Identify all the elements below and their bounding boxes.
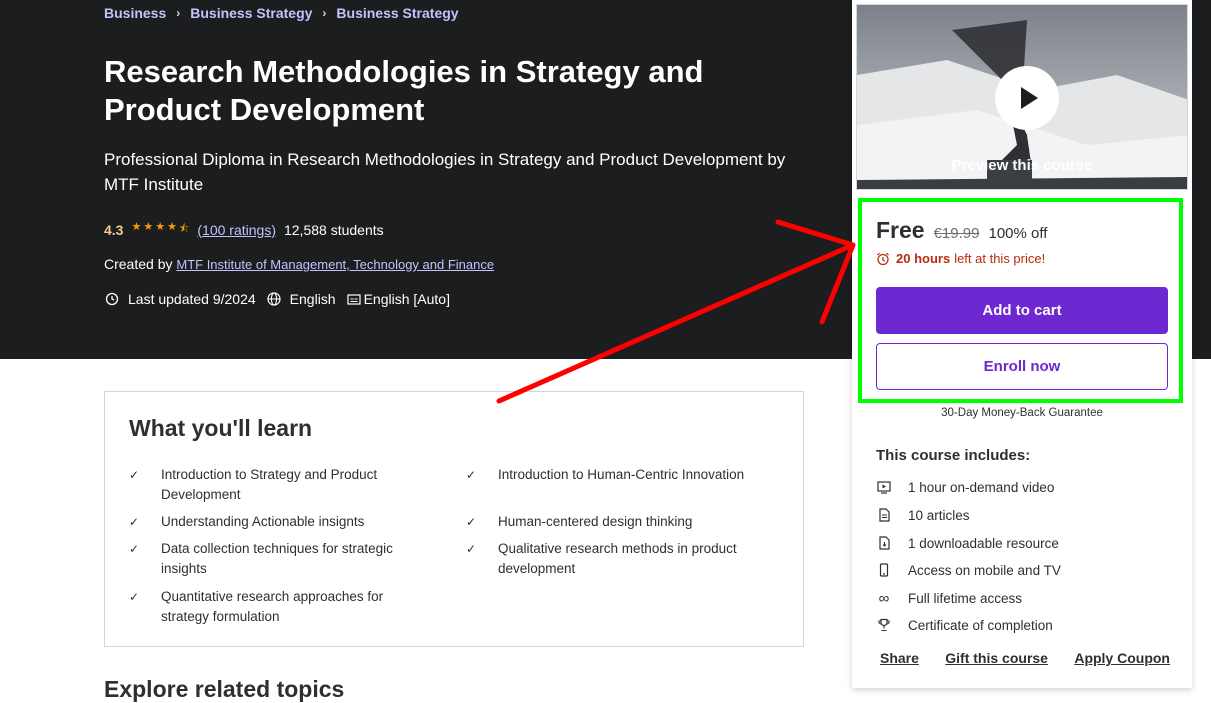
infinity-icon: ∞ — [878, 589, 890, 607]
section-title: What you'll learn — [129, 415, 313, 441]
include-item: 1 downloadable resource — [876, 535, 1059, 551]
created-by: Created by MTF Institute of Management, … — [104, 256, 494, 272]
chevron-right-icon: › — [176, 6, 181, 20]
include-label: 1 downloadable resource — [908, 535, 1059, 551]
include-label: 10 articles — [908, 507, 970, 523]
learn-item: ✓ Qualitative research methods in produc… — [466, 539, 776, 579]
learn-item: ✓ Data collection techniques for strateg… — [129, 539, 429, 579]
breadcrumb-item[interactable]: Business Strategy — [190, 5, 312, 21]
star-icon: ★ — [167, 221, 177, 233]
check-icon: ✓ — [129, 590, 140, 604]
article-icon — [876, 507, 892, 523]
include-item: Access on mobile and TV — [876, 562, 1061, 578]
include-item: 10 articles — [876, 507, 970, 523]
learn-item-text: Introduction to Human-Centric Innovation — [498, 467, 745, 482]
course-preview[interactable]: Preview this course — [856, 4, 1188, 190]
chevron-right-icon: › — [322, 6, 327, 20]
breadcrumb-item[interactable]: Business — [104, 5, 166, 21]
learn-item-text: Qualitative research methods in product … — [498, 541, 737, 576]
author-link[interactable]: MTF Institute of Management, Technology … — [176, 257, 494, 272]
include-item: Certificate of completion — [876, 617, 1053, 633]
check-icon: ✓ — [129, 542, 140, 556]
course-title: Research Methodologies in Strategy and P… — [104, 54, 704, 127]
mobile-icon — [876, 562, 892, 578]
check-icon: ✓ — [129, 515, 140, 529]
course-captions: English [Auto] — [363, 291, 450, 307]
include-item: 1 hour on-demand video — [876, 479, 1054, 495]
last-updated: Last updated 9/2024 — [128, 291, 256, 307]
created-by-label: Created by — [104, 256, 173, 272]
half-star-icon: ⯪ — [178, 223, 190, 235]
course-language: English — [289, 291, 336, 307]
star-rating: ★ ★ ★ ★ ⯪ — [131, 220, 189, 239]
learn-item: ✓ Quantitative research approaches for s… — [129, 587, 429, 627]
learn-item-text: Introduction to Strategy and Product Dev… — [161, 467, 378, 502]
highlight-box — [858, 198, 1183, 403]
ratings-count-link[interactable]: (100 ratings) — [197, 222, 276, 238]
share-link[interactable]: Share — [880, 650, 919, 666]
what-youll-learn-section: What you'll learn ✓ Introduction to Stra… — [104, 391, 804, 647]
apply-coupon-link[interactable]: Apply Coupon — [1074, 650, 1170, 666]
star-icon: ★ — [155, 221, 166, 233]
trophy-icon — [876, 617, 892, 633]
sidebar-links: Share Gift this course Apply Coupon — [880, 650, 1170, 666]
explore-topics-title: Explore related topics — [104, 676, 345, 702]
include-label: 1 hour on-demand video — [908, 479, 1055, 495]
download-file-icon — [876, 535, 892, 551]
course-subtitle: Professional Diploma in Research Methodo… — [104, 150, 786, 194]
video-icon — [876, 479, 892, 495]
learn-item: ✓ Understanding Actionable insignts — [129, 512, 429, 532]
include-label: Access on mobile and TV — [908, 562, 1061, 578]
learn-item-text: Quantitative research approaches for str… — [161, 589, 384, 624]
closed-captions-icon — [346, 291, 362, 307]
check-icon: ✓ — [129, 468, 140, 482]
learn-item: ✓ Human-centered design thinking — [466, 512, 786, 532]
rating-value: 4.3 — [104, 221, 124, 238]
money-back-guarantee: 30-Day Money-Back Guarantee — [941, 407, 1103, 419]
learn-item: ✓ Introduction to Strategy and Product D… — [129, 465, 429, 505]
check-icon: ✓ — [466, 515, 477, 529]
learn-item: ✓ Introduction to Human-Centric Innovati… — [466, 465, 786, 485]
preview-label: Preview this course — [951, 157, 1093, 174]
star-icon: ★ — [143, 221, 154, 233]
breadcrumb: Business › Business Strategy › Business … — [104, 5, 459, 21]
alert-clock-icon — [104, 291, 120, 307]
rating-row: 4.3 ★ ★ ★ ★ ⯪ (100 ratings) 12,588 stude… — [104, 220, 384, 239]
star-icon: ★ — [131, 221, 142, 233]
learn-item-text: Human-centered design thinking — [498, 514, 693, 529]
includes-title: This course includes: — [876, 447, 1031, 464]
students-count: 12,588 students — [283, 221, 384, 238]
learn-item-text: Understanding Actionable insignts — [161, 514, 365, 529]
include-label: Certificate of completion — [908, 617, 1053, 633]
learn-item-text: Data collection techniques for strategic… — [161, 541, 393, 576]
course-meta: Last updated 9/2024 English English [Aut… — [104, 291, 460, 307]
breadcrumb-item[interactable]: Business Strategy — [336, 5, 458, 21]
play-icon[interactable] — [995, 66, 1059, 130]
include-label: Full lifetime access — [908, 590, 1023, 606]
check-icon: ✓ — [466, 468, 477, 482]
gift-course-link[interactable]: Gift this course — [945, 650, 1048, 666]
include-item: ∞ Full lifetime access — [876, 589, 1023, 607]
check-icon: ✓ — [466, 542, 477, 556]
globe-icon — [266, 291, 282, 307]
